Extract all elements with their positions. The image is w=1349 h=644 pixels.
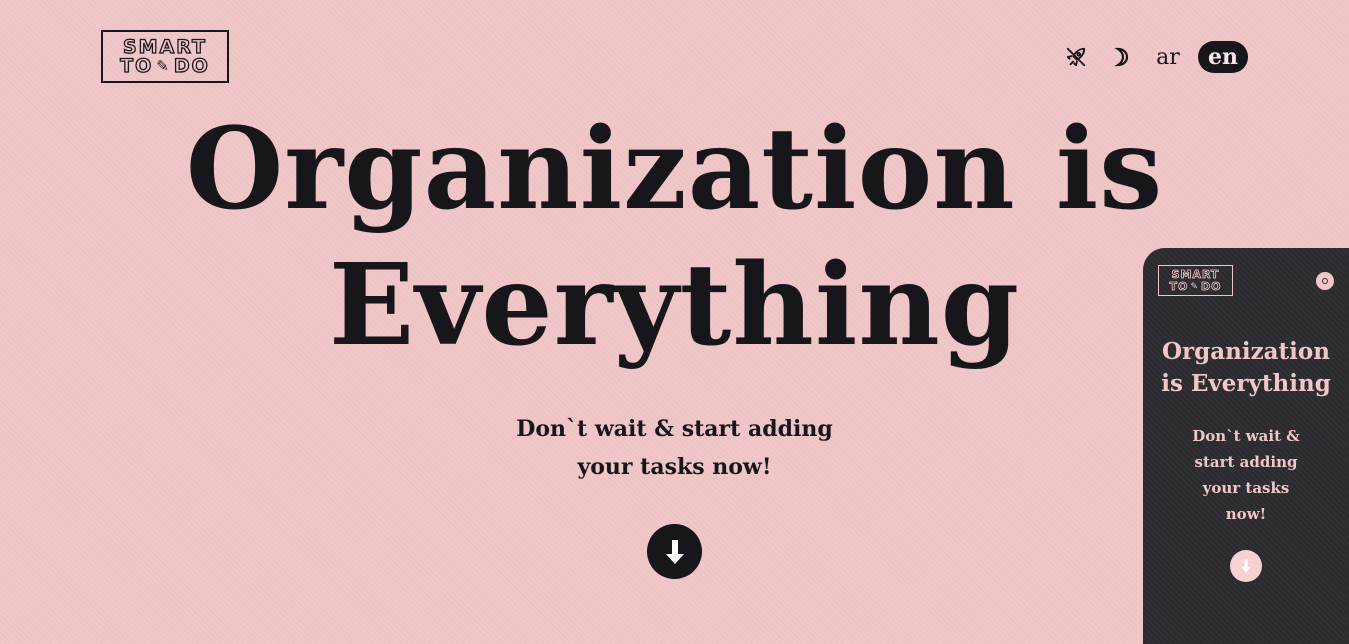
pencil-icon: ✎: [156, 56, 171, 75]
scroll-down-button[interactable]: [647, 524, 702, 579]
preview-panel: SMART TO ✎ DO Organization is Everything…: [1143, 248, 1349, 644]
rocket-off-icon[interactable]: [1060, 41, 1092, 73]
hero-title-line1: Organization is: [185, 104, 1164, 235]
pencil-icon: ✎: [1190, 281, 1199, 292]
moon-icon[interactable]: [1106, 41, 1138, 73]
lang-ar-button[interactable]: ar: [1152, 41, 1184, 73]
preview-logo: SMART TO ✎ DO: [1158, 265, 1233, 296]
preview-title: Organization is Everything: [1161, 338, 1331, 397]
preview-subtitle: Don`t wait & start adding your tasks now…: [1192, 427, 1300, 523]
close-icon[interactable]: [1316, 272, 1334, 290]
lang-en-button[interactable]: en: [1198, 41, 1248, 73]
arrow-down-icon: [1241, 559, 1251, 573]
logo-line1: SMART: [122, 35, 208, 58]
logo-line2: TO ✎ DO: [120, 54, 210, 77]
preview-scroll-down-button[interactable]: [1230, 550, 1262, 582]
arrow-down-icon: [665, 539, 684, 564]
logo[interactable]: SMART TO ✎ DO: [101, 30, 229, 83]
top-nav: ar en: [1060, 41, 1248, 73]
